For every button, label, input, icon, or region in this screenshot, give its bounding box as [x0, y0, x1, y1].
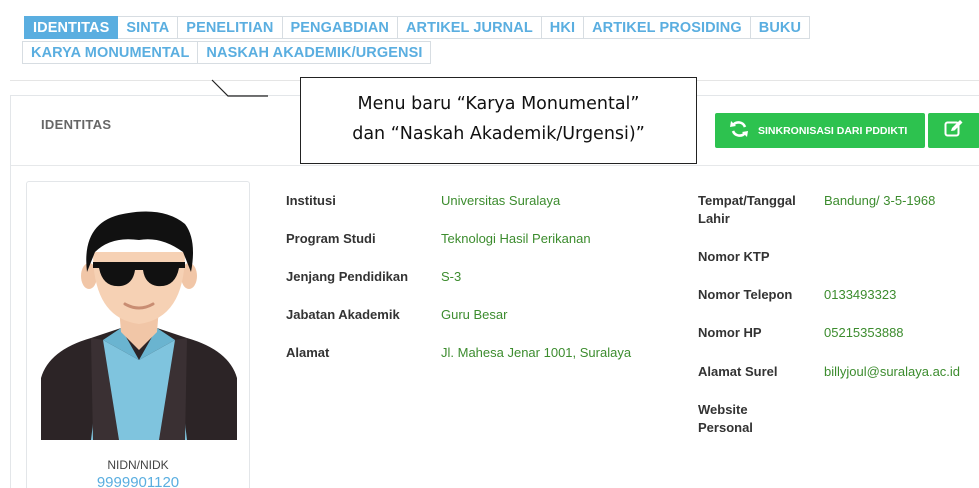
- sync-pddikti-button[interactable]: SINKRONISASI DARI PDDIKTI: [715, 113, 925, 148]
- field-label-surel: Alamat Surel: [698, 364, 778, 379]
- tab-penelitian[interactable]: PENELITIAN: [178, 16, 283, 39]
- tab-pengabdian[interactable]: PENGABDIAN: [282, 16, 398, 39]
- field-label-ktp: Nomor KTP: [698, 249, 770, 264]
- refresh-icon: [729, 120, 749, 141]
- field-value-jenjang: S-3: [441, 269, 462, 284]
- field-value-alamat: Jl. Mahesa Jenar 1001, Suralaya: [441, 345, 632, 360]
- tab-karya-monumental[interactable]: KARYA MONUMENTAL: [22, 41, 199, 64]
- tab-row-1: IDENTITAS SINTA PENELITIAN PENGABDIAN AR…: [24, 16, 824, 39]
- field-value-jabatan: Guru Besar: [441, 307, 508, 322]
- edit-button[interactable]: [928, 113, 979, 148]
- field-value-surel: billyjoul@suralaya.ac.id: [824, 364, 961, 379]
- field-label-alamat: Alamat: [286, 345, 330, 360]
- annotation-callout: Menu baru “Karya Monumental” dan “Naskah…: [300, 77, 697, 164]
- panel-title: IDENTITAS: [41, 117, 112, 132]
- field-value-program-studi: Teknologi Hasil Perikanan: [441, 231, 591, 246]
- tab-artikel-prosiding[interactable]: ARTIKEL PROSIDING: [584, 16, 751, 39]
- tab-row-2: KARYA MONUMENTAL NASKAH AKADEMIK/URGENSI: [22, 41, 824, 64]
- nidn-label: NIDN/NIDK: [107, 458, 169, 472]
- field-label-program-studi: Program Studi: [286, 231, 376, 246]
- field-value-tempat-lahir: Bandung/ 3-5-1968: [824, 193, 936, 208]
- callout-line-2: dan “Naskah Akademik/Urgensi)”: [352, 124, 645, 144]
- field-label-jabatan: Jabatan Akademik: [286, 307, 400, 322]
- tab-naskah-akademik[interactable]: NASKAH AKADEMIK/URGENSI: [198, 41, 432, 64]
- tab-sinta[interactable]: SINTA: [118, 16, 179, 39]
- field-label-tempat-lahir: Tempat/Tanggal Lahir: [698, 193, 796, 226]
- profile-card: NIDN/NIDK 9999901120: [26, 181, 250, 488]
- edit-icon: [944, 119, 964, 142]
- field-label-telepon: Nomor Telepon: [698, 287, 793, 302]
- tab-identitas[interactable]: IDENTITAS: [24, 16, 119, 39]
- field-value-institusi: Universitas Suralaya: [441, 193, 561, 208]
- field-label-hp: Nomor HP: [698, 325, 762, 340]
- tab-artikel-jurnal[interactable]: ARTIKEL JURNAL: [397, 16, 542, 39]
- avatar: [41, 211, 237, 440]
- tab-buku[interactable]: BUKU: [750, 16, 811, 39]
- sync-label: SINKRONISASI DARI PDDIKTI: [758, 124, 908, 137]
- field-label-jenjang: Jenjang Pendidikan: [286, 269, 409, 284]
- callout-line-1: Menu baru “Karya Monumental”: [357, 94, 640, 114]
- field-label-website: Website Personal: [698, 402, 753, 435]
- nidn-value: 9999901120: [96, 474, 180, 488]
- tab-hki[interactable]: HKI: [541, 16, 585, 39]
- field-label-institusi: Institusi: [286, 193, 336, 208]
- field-value-hp: 05215353888: [824, 325, 904, 340]
- field-value-telepon: 0133493323: [824, 287, 897, 302]
- profile-tabs: IDENTITAS SINTA PENELITIAN PENGABDIAN AR…: [22, 16, 824, 66]
